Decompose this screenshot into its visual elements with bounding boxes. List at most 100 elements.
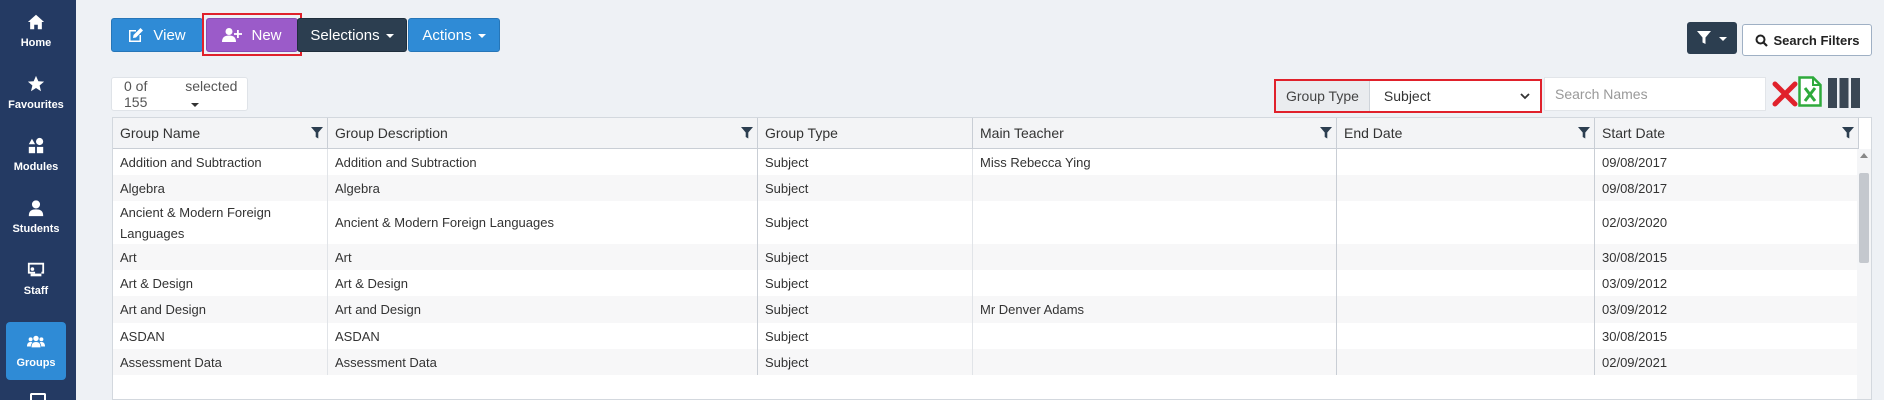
sidebar-item-label: Groups (16, 357, 56, 369)
table-row[interactable]: Algebra Algebra Subject 09/08/2017 (113, 175, 1859, 201)
sidebar-item-home[interactable]: Home (6, 2, 66, 60)
view-button[interactable]: View (111, 18, 203, 52)
excel-export-icon[interactable] (1798, 76, 1822, 107)
table-cell-end-date (1337, 296, 1595, 323)
sidebar-item-modules[interactable]: Modules (6, 126, 66, 184)
column-header-start-date[interactable]: Start Date (1595, 118, 1859, 148)
sidebar: Home Favourites Modules Students Staff G… (0, 0, 76, 400)
search-filters-label: Search Filters (1773, 32, 1860, 48)
table-cell-start-date: 03/09/2012 (1595, 296, 1859, 323)
table-row[interactable]: Art and Design Art and Design Subject Mr De… (113, 296, 1859, 323)
sidebar-item-label: Staff (23, 285, 49, 297)
group-type-filter: Group Type Subject (1274, 79, 1542, 113)
filter-dropdown-button[interactable] (1687, 22, 1737, 54)
sidebar-item-groups[interactable]: Groups (6, 322, 66, 380)
group-type-value: Subject (1383, 88, 1431, 104)
table-row[interactable]: Art Art Subject 30/08/2015 (113, 244, 1859, 270)
column-header-label: Start Date (1602, 124, 1666, 141)
main-content: View New Selections Actions Search Filte… (76, 0, 1884, 400)
table-cell-group-type: Subject (758, 296, 973, 323)
table-row[interactable]: Art & Design Art & Design Subject 03/09/201… (113, 270, 1859, 296)
sidebar-item-label: Favourites (8, 99, 64, 111)
home-icon (27, 14, 45, 30)
new-button-highlight (202, 13, 302, 56)
table-row[interactable]: Assessment Data Assessment Data Subject 02/… (113, 349, 1859, 375)
group-type-select[interactable]: Subject (1370, 81, 1540, 111)
table-cell-main-teacher (973, 201, 1337, 244)
column-header-group-name[interactable]: Group Name (113, 118, 328, 148)
column-header-label: End Date (1344, 124, 1403, 141)
groups-table: Group Name Group Description Group Type Mai… (112, 117, 1872, 400)
sidebar-item-favourites[interactable]: Favourites (6, 64, 66, 122)
sidebar-more-icon (30, 393, 46, 400)
table-row[interactable]: ASDAN ASDAN Subject 30/08/2015 (113, 323, 1859, 349)
column-header-label: Main Teacher (980, 124, 1064, 141)
search-filters-button[interactable]: Search Filters (1742, 24, 1872, 56)
group-type-label: Group Type (1276, 81, 1370, 111)
selection-count: 0 of 155 (124, 78, 148, 110)
table-cell-main-teacher (973, 323, 1337, 349)
table-cell-main-teacher (973, 349, 1337, 375)
table-row[interactable]: Addition and Subtraction Addition and Sub… (113, 149, 1859, 175)
table-row[interactable]: Ancient & Modern Foreign Languages Ancien… (113, 201, 1859, 244)
column-header-group-description[interactable]: Group Description (328, 118, 758, 148)
column-header-main-teacher[interactable]: Main Teacher (973, 118, 1337, 148)
user-icon (28, 200, 44, 217)
table-cell-group-type: Subject (758, 270, 973, 296)
table-cell-group-type: Subject (758, 244, 973, 270)
caret-down-icon (1719, 37, 1727, 41)
table-cell-group-description: Art and Design (328, 296, 758, 323)
search-names-placeholder: Search Names (1555, 86, 1648, 102)
caret-down-icon (385, 34, 394, 38)
column-header-label: Group Type (765, 124, 838, 141)
caret-down-icon (477, 34, 486, 38)
column-filter-icon[interactable] (1578, 127, 1590, 139)
column-header-group-type[interactable]: Group Type (758, 118, 973, 148)
selections-button[interactable]: Selections (297, 18, 407, 52)
scroll-up-icon[interactable] (1860, 153, 1868, 158)
column-filter-icon[interactable] (1320, 127, 1332, 139)
table-cell-group-type: Subject (758, 323, 973, 349)
table-cell-group-name: ASDAN (113, 323, 328, 349)
scrollbar-thumb[interactable] (1859, 173, 1869, 263)
table-cell-group-name: Ancient & Modern Foreign Languages (113, 201, 328, 244)
selection-label: selected (185, 78, 247, 110)
columns-icon[interactable] (1828, 78, 1860, 108)
column-filter-icon[interactable] (741, 127, 753, 139)
table-cell-end-date (1337, 201, 1595, 244)
clear-filters-icon[interactable] (1772, 80, 1798, 108)
table-cell-group-type: Subject (758, 175, 973, 201)
selection-dropdown[interactable]: 0 of 155 selected (111, 77, 248, 111)
table-cell-group-name: Algebra (113, 175, 328, 201)
column-filter-icon[interactable] (1842, 127, 1854, 139)
actions-button[interactable]: Actions (408, 18, 500, 52)
table-cell-group-name: Art & Design (113, 270, 328, 296)
table-cell-group-description: Algebra (328, 175, 758, 201)
search-names-input[interactable]: Search Names (1544, 77, 1766, 111)
table-cell-start-date: 09/08/2017 (1595, 175, 1859, 201)
table-cell-group-name: Art (113, 244, 328, 270)
table-cell-start-date: 03/09/2012 (1595, 270, 1859, 296)
sidebar-item-label: Home (20, 37, 52, 49)
table-cell-group-name: Assessment Data (113, 349, 328, 375)
filter-icon (1697, 31, 1711, 44)
sidebar-item-label: Students (12, 223, 60, 235)
table-header-row: Group Name Group Description Group Type Mai… (113, 118, 1859, 149)
table-cell-end-date (1337, 175, 1595, 201)
table-cell-group-description: Ancient & Modern Foreign Languages (328, 201, 758, 244)
table-cell-end-date (1337, 244, 1595, 270)
sidebar-item-staff[interactable]: Staff (6, 250, 66, 308)
column-header-end-date[interactable]: End Date (1337, 118, 1595, 148)
vertical-scrollbar[interactable] (1857, 149, 1871, 399)
column-filter-icon[interactable] (311, 127, 323, 139)
sidebar-item-students[interactable]: Students (6, 188, 66, 246)
table-cell-end-date (1337, 149, 1595, 175)
table-cell-start-date: 30/08/2015 (1595, 323, 1859, 349)
table-cell-start-date: 09/08/2017 (1595, 149, 1859, 175)
table-cell-group-type: Subject (758, 201, 973, 244)
selections-button-label: Selections (310, 26, 380, 44)
table-cell-group-description: Art & Design (328, 270, 758, 296)
star-icon (27, 75, 45, 92)
table-cell-start-date: 02/03/2020 (1595, 201, 1859, 244)
table-cell-main-teacher (973, 244, 1337, 270)
